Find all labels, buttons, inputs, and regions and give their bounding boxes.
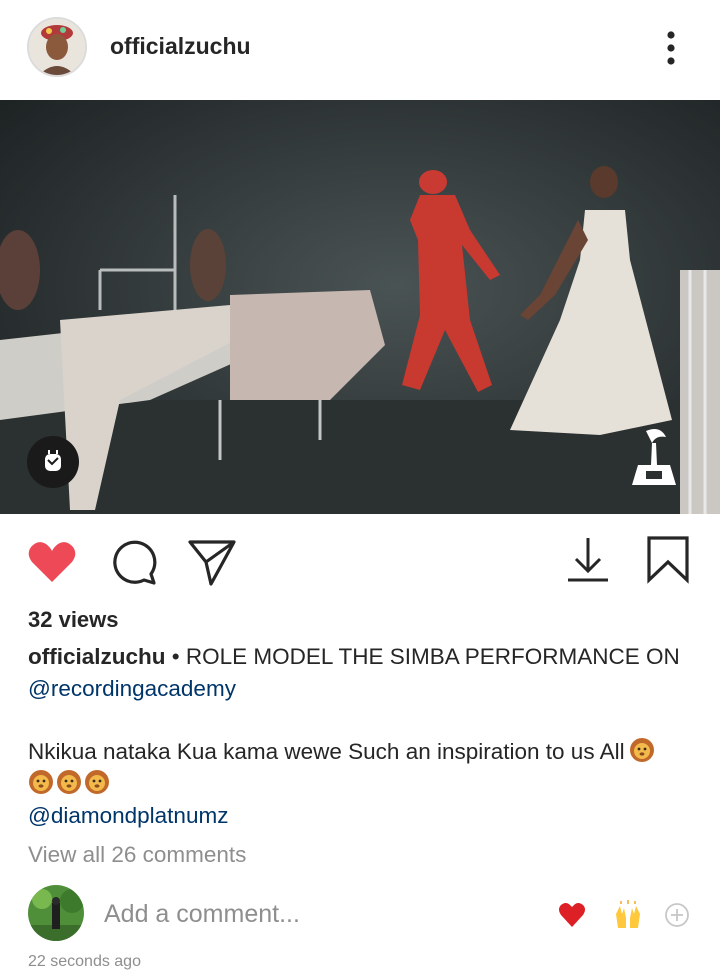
commenter-avatar — [28, 885, 84, 941]
comment-input[interactable]: Add a comment... — [104, 900, 300, 929]
profile-avatar[interactable] — [27, 17, 87, 77]
views-count: 32 views — [28, 607, 119, 632]
bookmark-icon[interactable] — [640, 534, 696, 590]
caption-body: Nkikua nataka Kua kama wewe Such an insp… — [28, 736, 698, 832]
plus-circle-icon[interactable] — [664, 902, 690, 928]
sound-toggle-icon[interactable] — [27, 436, 79, 488]
grammy-logo — [626, 425, 682, 495]
comment-bubble-icon[interactable] — [104, 534, 160, 590]
caption-text: • ROLE MODEL THE SIMBA PERFORMANCE ON — [171, 644, 680, 669]
post-timestamp: 22 seconds ago — [28, 953, 141, 970]
caption: officialzuchu • ROLE MODEL THE SIMBA PER… — [28, 641, 698, 705]
more-vertical-icon[interactable] — [656, 28, 686, 68]
paper-plane-icon[interactable] — [184, 534, 240, 590]
mention-recordingacademy[interactable]: @recordingacademy — [28, 676, 236, 701]
view-all-comments-link[interactable]: View all 26 comments — [28, 842, 246, 868]
lion-emoji — [629, 737, 655, 763]
raising-hands-emoji[interactable] — [613, 900, 643, 930]
lion-emoji — [56, 769, 82, 795]
lion-emoji — [28, 769, 54, 795]
caption-body-text: Nkikua nataka Kua kama wewe Such an insp… — [28, 739, 625, 764]
red-heart-emoji[interactable] — [557, 900, 587, 930]
lion-emoji — [84, 769, 110, 795]
heart-icon[interactable] — [24, 534, 80, 590]
header-username[interactable]: officialzuchu — [110, 33, 251, 60]
download-icon[interactable] — [560, 534, 616, 590]
post-video[interactable] — [0, 100, 720, 514]
post-actions — [0, 514, 720, 604]
mention-diamondplatnumz[interactable]: @diamondplatnumz — [28, 803, 228, 828]
caption-username[interactable]: officialzuchu — [28, 644, 166, 669]
post-header: officialzuchu — [0, 0, 720, 100]
